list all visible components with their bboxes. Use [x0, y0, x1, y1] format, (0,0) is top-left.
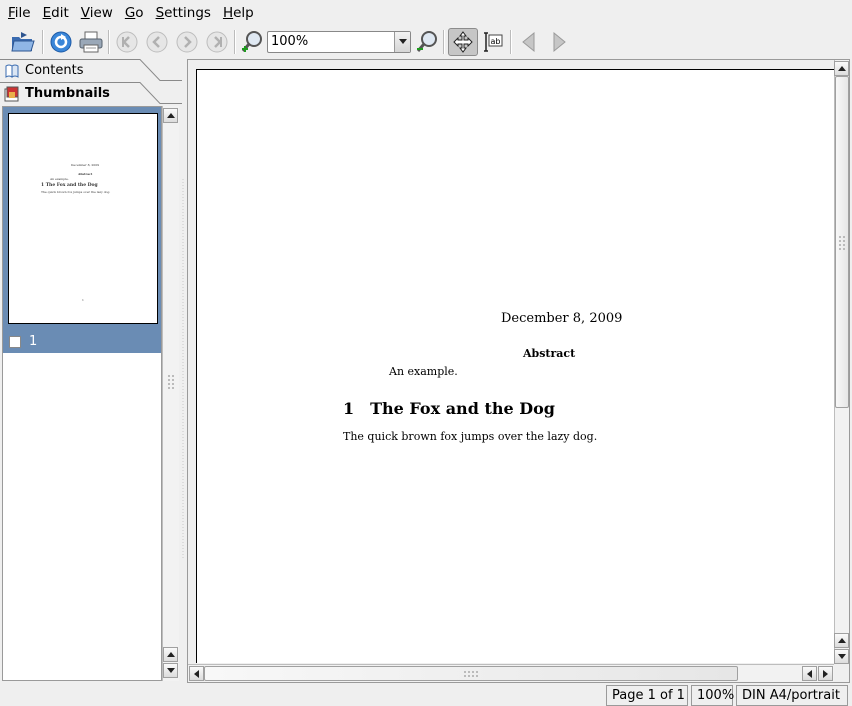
thumb-body: The quick brown fox jumps over the lazy …: [41, 190, 111, 194]
status-zoom: 100%: [691, 685, 734, 706]
arrow-up-icon: [837, 637, 846, 643]
doc-vscroll-thumb[interactable]: [835, 76, 849, 408]
doc-abstract-heading: Abstract: [523, 347, 576, 360]
zoom-in-icon: [241, 31, 262, 52]
thumb-abstract: Abstract: [78, 172, 93, 176]
status-page: Page 1 of 1: [606, 685, 688, 706]
doc-scroll-right[interactable]: [818, 666, 833, 681]
text-select-icon: ab: [484, 32, 503, 52]
doc-scroll-up-2[interactable]: [834, 633, 849, 648]
thumb-scroll-up-2[interactable]: [163, 647, 178, 662]
reload-icon: [50, 31, 72, 53]
arrow-down-icon: [837, 653, 846, 659]
thumbnail-scrollbar[interactable]: [162, 106, 179, 681]
thumb-abstract-text: An example.: [50, 177, 69, 181]
browse-tool-icon: [453, 31, 473, 53]
doc-scroll-left[interactable]: [189, 666, 204, 681]
arrow-left-icon: [806, 669, 812, 678]
thumb-scroll-up[interactable]: [163, 108, 178, 123]
thumb-scroll-down[interactable]: [163, 663, 178, 678]
arrow-up-icon: [166, 112, 175, 118]
doc-hscroll-thumb[interactable]: [204, 666, 738, 681]
browse-tool-button[interactable]: [448, 28, 478, 56]
zoom-out-button[interactable]: [413, 28, 441, 56]
zoom-out-icon: [416, 31, 437, 52]
tab-thumbnails[interactable]: Thumbnails: [0, 82, 180, 105]
sidebar-splitter[interactable]: [180, 59, 186, 683]
status-paper: DIN A4/portrait: [736, 685, 848, 706]
svg-text:ab: ab: [491, 37, 501, 46]
arrow-down-icon: [166, 667, 175, 673]
thumb-scroll-grip: [167, 374, 175, 396]
print-button[interactable]: [77, 28, 105, 56]
arrow-left-icon: [193, 669, 199, 678]
first-page-button[interactable]: [113, 28, 141, 56]
zoom-dropdown-arrow[interactable]: [394, 32, 410, 52]
grip-dots-icon: [464, 671, 478, 677]
back-button[interactable]: [515, 28, 543, 56]
arrow-up-icon: [166, 651, 175, 657]
doc-scroll-down[interactable]: [834, 649, 849, 664]
menu-go[interactable]: Go: [119, 2, 150, 24]
arrow-right-icon: [822, 669, 828, 678]
grip-dots-icon: [168, 375, 174, 389]
next-page-button[interactable]: [173, 28, 201, 56]
menu-file[interactable]: File: [2, 2, 37, 24]
document-page[interactable]: December 8, 2009 Abstract An example. 1 …: [196, 69, 836, 663]
print-icon: [79, 31, 103, 53]
menu-edit[interactable]: Edit: [37, 2, 75, 24]
back-icon: [522, 31, 535, 53]
menu-view[interactable]: View: [75, 2, 119, 24]
forward-button[interactable]: [545, 28, 573, 56]
document-vscrollbar[interactable]: [834, 60, 849, 664]
doc-date: December 8, 2009: [501, 311, 623, 326]
thumbnail-item-selected[interactable]: December 8, 2009 Abstract An example. 1 …: [3, 107, 161, 353]
first-page-icon: [116, 31, 138, 53]
menu-help[interactable]: Help: [217, 2, 260, 24]
doc-abstract-text: An example.: [389, 365, 458, 378]
forward-icon: [553, 31, 566, 53]
reload-button[interactable]: [47, 28, 75, 56]
thumbnail-page[interactable]: December 8, 2009 Abstract An example. 1 …: [8, 113, 158, 324]
grip-dots-icon: [839, 236, 845, 250]
zoom-value: 100%: [271, 34, 309, 49]
doc-scroll-up[interactable]: [834, 61, 849, 76]
previous-page-icon: [146, 31, 168, 53]
tab-thumbnails-label: Thumbnails: [25, 86, 110, 101]
thumb-heading: 1 The Fox and the Dog: [41, 183, 98, 188]
previous-page-button[interactable]: [143, 28, 171, 56]
menu-settings[interactable]: Settings: [150, 2, 217, 24]
open-button[interactable]: [9, 28, 37, 56]
thumbnail-checkbox[interactable]: [9, 335, 21, 348]
thumbnail-page-label: 1: [29, 334, 38, 349]
doc-section-heading: 1 The Fox and the Dog: [343, 399, 555, 418]
last-page-button[interactable]: [203, 28, 231, 56]
arrow-up-icon: [837, 65, 846, 71]
thumb-date: December 8, 2009: [71, 163, 100, 167]
next-page-icon: [176, 31, 198, 53]
document-view[interactable]: December 8, 2009 Abstract An example. 1 …: [187, 59, 850, 683]
document-hscrollbar[interactable]: [188, 664, 834, 682]
doc-scroll-left-2[interactable]: [802, 666, 817, 681]
thumbnails-icon: [4, 86, 19, 101]
menu-bar: File Edit View Go Settings Help: [0, 0, 852, 25]
doc-body-text: The quick brown fox jumps over the lazy …: [343, 430, 598, 443]
chevron-down-icon: [398, 39, 407, 44]
open-folder-icon: [11, 32, 35, 52]
zoom-combo[interactable]: 100%: [267, 31, 411, 53]
thumb-page-number: 1: [82, 298, 84, 302]
splitter-grip-icon: [182, 179, 184, 559]
last-page-icon: [206, 31, 228, 53]
text-select-button[interactable]: ab: [479, 28, 507, 56]
zoom-in-button[interactable]: [238, 28, 266, 56]
thumbnail-list: December 8, 2009 Abstract An example. 1 …: [2, 106, 162, 681]
thumbnail-label: 1: [9, 334, 37, 349]
